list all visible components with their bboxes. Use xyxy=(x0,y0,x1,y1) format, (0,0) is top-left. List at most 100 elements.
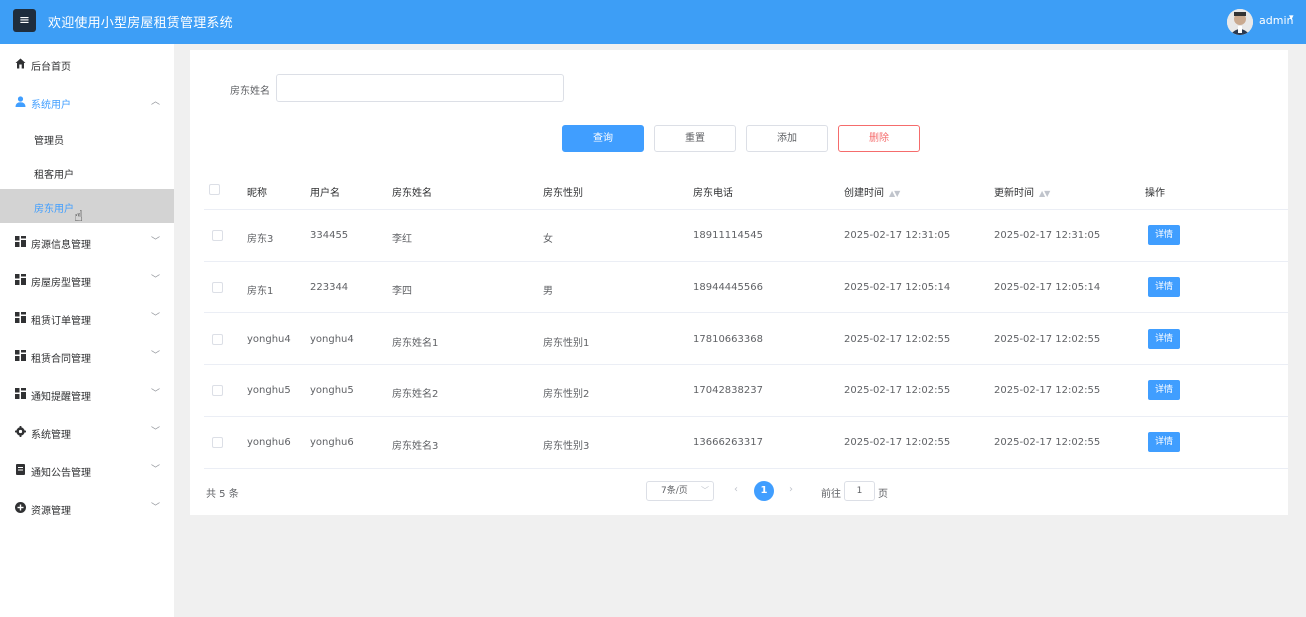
user-icon xyxy=(15,96,26,107)
cell-phone: 18944445566 xyxy=(693,282,763,293)
sidebar-item-label: 后台首页 xyxy=(31,62,71,73)
cell-gender: 房东性别2 xyxy=(543,389,590,400)
detail-button[interactable]: 详情 xyxy=(1148,432,1180,452)
gear-icon xyxy=(15,426,26,437)
query-button[interactable]: 查询 xyxy=(562,125,644,152)
table-divider xyxy=(204,209,1288,210)
sidebar-subitem-landlord-users[interactable]: 房东用户 xyxy=(0,189,174,223)
grid-icon xyxy=(15,274,26,285)
cell-nickname: yonghu6 xyxy=(247,437,291,448)
chevron-down-icon: ﹀ xyxy=(151,351,161,361)
grid-icon xyxy=(15,350,26,361)
sidebar-item-label: 通知提醒管理 xyxy=(31,392,91,403)
table-divider xyxy=(204,261,1288,262)
chevron-down-icon: ﹀ xyxy=(151,275,161,285)
column-header: 昵称 xyxy=(247,188,267,199)
cell-username: yonghu6 xyxy=(310,437,354,448)
cell-name: 李红 xyxy=(392,234,412,245)
cell-gender: 女 xyxy=(543,234,553,245)
reset-button[interactable]: 重置 xyxy=(654,125,736,152)
cell-username: yonghu4 xyxy=(310,334,354,345)
sidebar-item-label: 租赁合同管理 xyxy=(31,354,91,365)
cell-updated: 2025-02-17 12:02:55 xyxy=(994,437,1101,448)
sidebar-subitem-admin[interactable]: 管理员 xyxy=(0,121,174,155)
sidebar-item-contracts[interactable]: 租赁合同管理 ﹀ xyxy=(0,339,174,373)
detail-button[interactable]: 详情 xyxy=(1148,277,1180,297)
column-header-sortable[interactable]: 更新时间 ▲▼ xyxy=(994,184,1050,199)
column-header: 创建时间 xyxy=(844,188,884,199)
cell-gender: 房东性别1 xyxy=(543,338,590,349)
cell-created: 2025-02-17 12:31:05 xyxy=(844,230,951,241)
sidebar-item-reminders[interactable]: 通知提醒管理 ﹀ xyxy=(0,377,174,411)
sidebar-item-room-types[interactable]: 房屋房型管理 ﹀ xyxy=(0,263,174,297)
sort-caret-icon[interactable]: ▲▼ xyxy=(1039,189,1050,198)
table-divider xyxy=(204,468,1288,469)
chevron-down-icon: ﹀ xyxy=(151,427,161,437)
cell-phone: 17810663368 xyxy=(693,334,763,345)
cell-nickname: 房东1 xyxy=(247,286,274,297)
grid-icon xyxy=(15,388,26,399)
sidebar-item-label: 资源管理 xyxy=(31,506,71,517)
avatar[interactable] xyxy=(1227,9,1253,35)
row-checkbox[interactable] xyxy=(212,230,223,241)
sidebar-item-rental-orders[interactable]: 租赁订单管理 ﹀ xyxy=(0,301,174,335)
sidebar-item-system-users[interactable]: 系统用户 ︿ xyxy=(0,85,174,119)
plus-circle-icon xyxy=(15,502,26,513)
document-icon xyxy=(16,464,25,475)
add-button[interactable]: 添加 xyxy=(746,125,828,152)
detail-button[interactable]: 详情 xyxy=(1148,329,1180,349)
goto-suffix: 页 xyxy=(878,489,888,500)
row-checkbox[interactable] xyxy=(212,282,223,293)
next-page-icon[interactable]: › xyxy=(789,484,793,495)
sidebar-item-resources[interactable]: 资源管理 ﹀ xyxy=(0,491,174,525)
chevron-up-icon: ︿ xyxy=(151,97,161,107)
sidebar-subitem-tenant-users[interactable]: 租客用户 xyxy=(0,155,174,189)
chevron-down-icon: ﹀ xyxy=(151,237,161,247)
chevron-down-icon: ﹀ xyxy=(151,389,161,399)
goto-page-input[interactable]: 1 xyxy=(844,481,875,501)
sidebar-item-dashboard[interactable]: 后台首页 xyxy=(0,47,174,81)
row-checkbox[interactable] xyxy=(212,385,223,396)
sidebar-item-system[interactable]: 系统管理 ﹀ xyxy=(0,415,174,449)
search-input[interactable] xyxy=(276,74,564,102)
cell-updated: 2025-02-17 12:02:55 xyxy=(994,385,1101,396)
sidebar: 后台首页 系统用户 ︿ 管理员 租客用户 房东用户 房源信息管理 ﹀ 房屋房型管… xyxy=(0,44,174,617)
hand-cursor-icon: ☝ xyxy=(74,207,84,225)
grid-icon xyxy=(15,236,26,247)
sidebar-item-label: 租赁订单管理 xyxy=(31,316,91,327)
sidebar-item-label: 房源信息管理 xyxy=(31,240,91,251)
grid-icon xyxy=(15,312,26,323)
chevron-down-icon[interactable]: ﹀ xyxy=(701,485,709,496)
sidebar-item-announcements[interactable]: 通知公告管理 ﹀ xyxy=(0,453,174,487)
cell-updated: 2025-02-17 12:05:14 xyxy=(994,282,1101,293)
row-checkbox[interactable] xyxy=(212,437,223,448)
sidebar-item-listings[interactable]: 房源信息管理 ﹀ xyxy=(0,225,174,259)
cell-updated: 2025-02-17 12:02:55 xyxy=(994,334,1101,345)
table-divider xyxy=(204,416,1288,417)
prev-page-icon[interactable]: ‹ xyxy=(734,484,738,495)
sidebar-subitem-label: 管理员 xyxy=(34,136,64,147)
sort-caret-icon[interactable]: ▲▼ xyxy=(889,189,900,198)
column-header: 操作 xyxy=(1145,188,1165,199)
cell-nickname: yonghu4 xyxy=(247,334,291,345)
column-header: 用户名 xyxy=(310,188,340,199)
detail-button[interactable]: 详情 xyxy=(1148,225,1180,245)
cell-username: 334455 xyxy=(310,230,349,241)
cell-name: 房东姓名3 xyxy=(392,441,439,452)
home-icon xyxy=(15,58,26,69)
chevron-down-icon[interactable]: ▾ xyxy=(1289,13,1294,23)
cell-nickname: yonghu5 xyxy=(247,385,291,396)
row-checkbox[interactable] xyxy=(212,334,223,345)
hamburger-icon[interactable]: ≡ xyxy=(13,9,36,32)
sidebar-subitem-label: 房东用户 xyxy=(34,204,74,215)
sidebar-subitem-label: 租客用户 xyxy=(34,170,74,181)
select-all-checkbox[interactable] xyxy=(209,184,220,195)
detail-button[interactable]: 详情 xyxy=(1148,380,1180,400)
cell-phone: 17042838237 xyxy=(693,385,763,396)
page-number-current[interactable]: 1 xyxy=(754,481,774,501)
cell-created: 2025-02-17 12:02:55 xyxy=(844,385,951,396)
delete-button[interactable]: 删除 xyxy=(838,125,920,152)
column-header-sortable[interactable]: 创建时间 ▲▼ xyxy=(844,184,900,199)
cell-created: 2025-02-17 12:02:55 xyxy=(844,437,951,448)
cell-name: 房东姓名2 xyxy=(392,389,439,400)
